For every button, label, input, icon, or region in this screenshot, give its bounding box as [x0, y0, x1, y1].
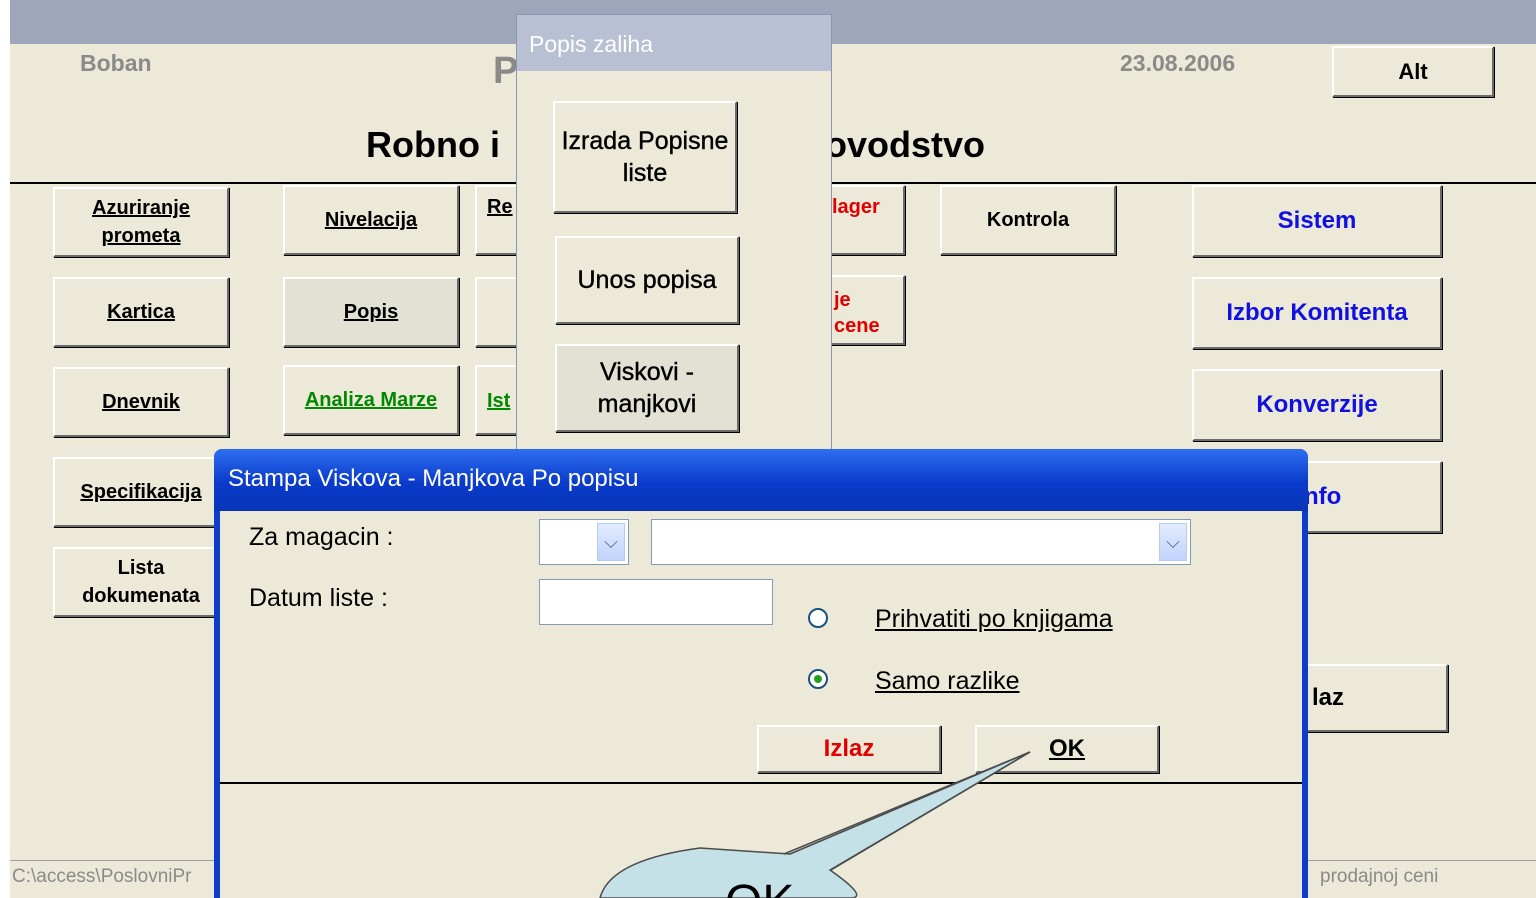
callout-bubble — [599, 751, 1031, 898]
callout-text: OK — [725, 876, 794, 898]
callout-overlay: OK — [599, 751, 1031, 898]
